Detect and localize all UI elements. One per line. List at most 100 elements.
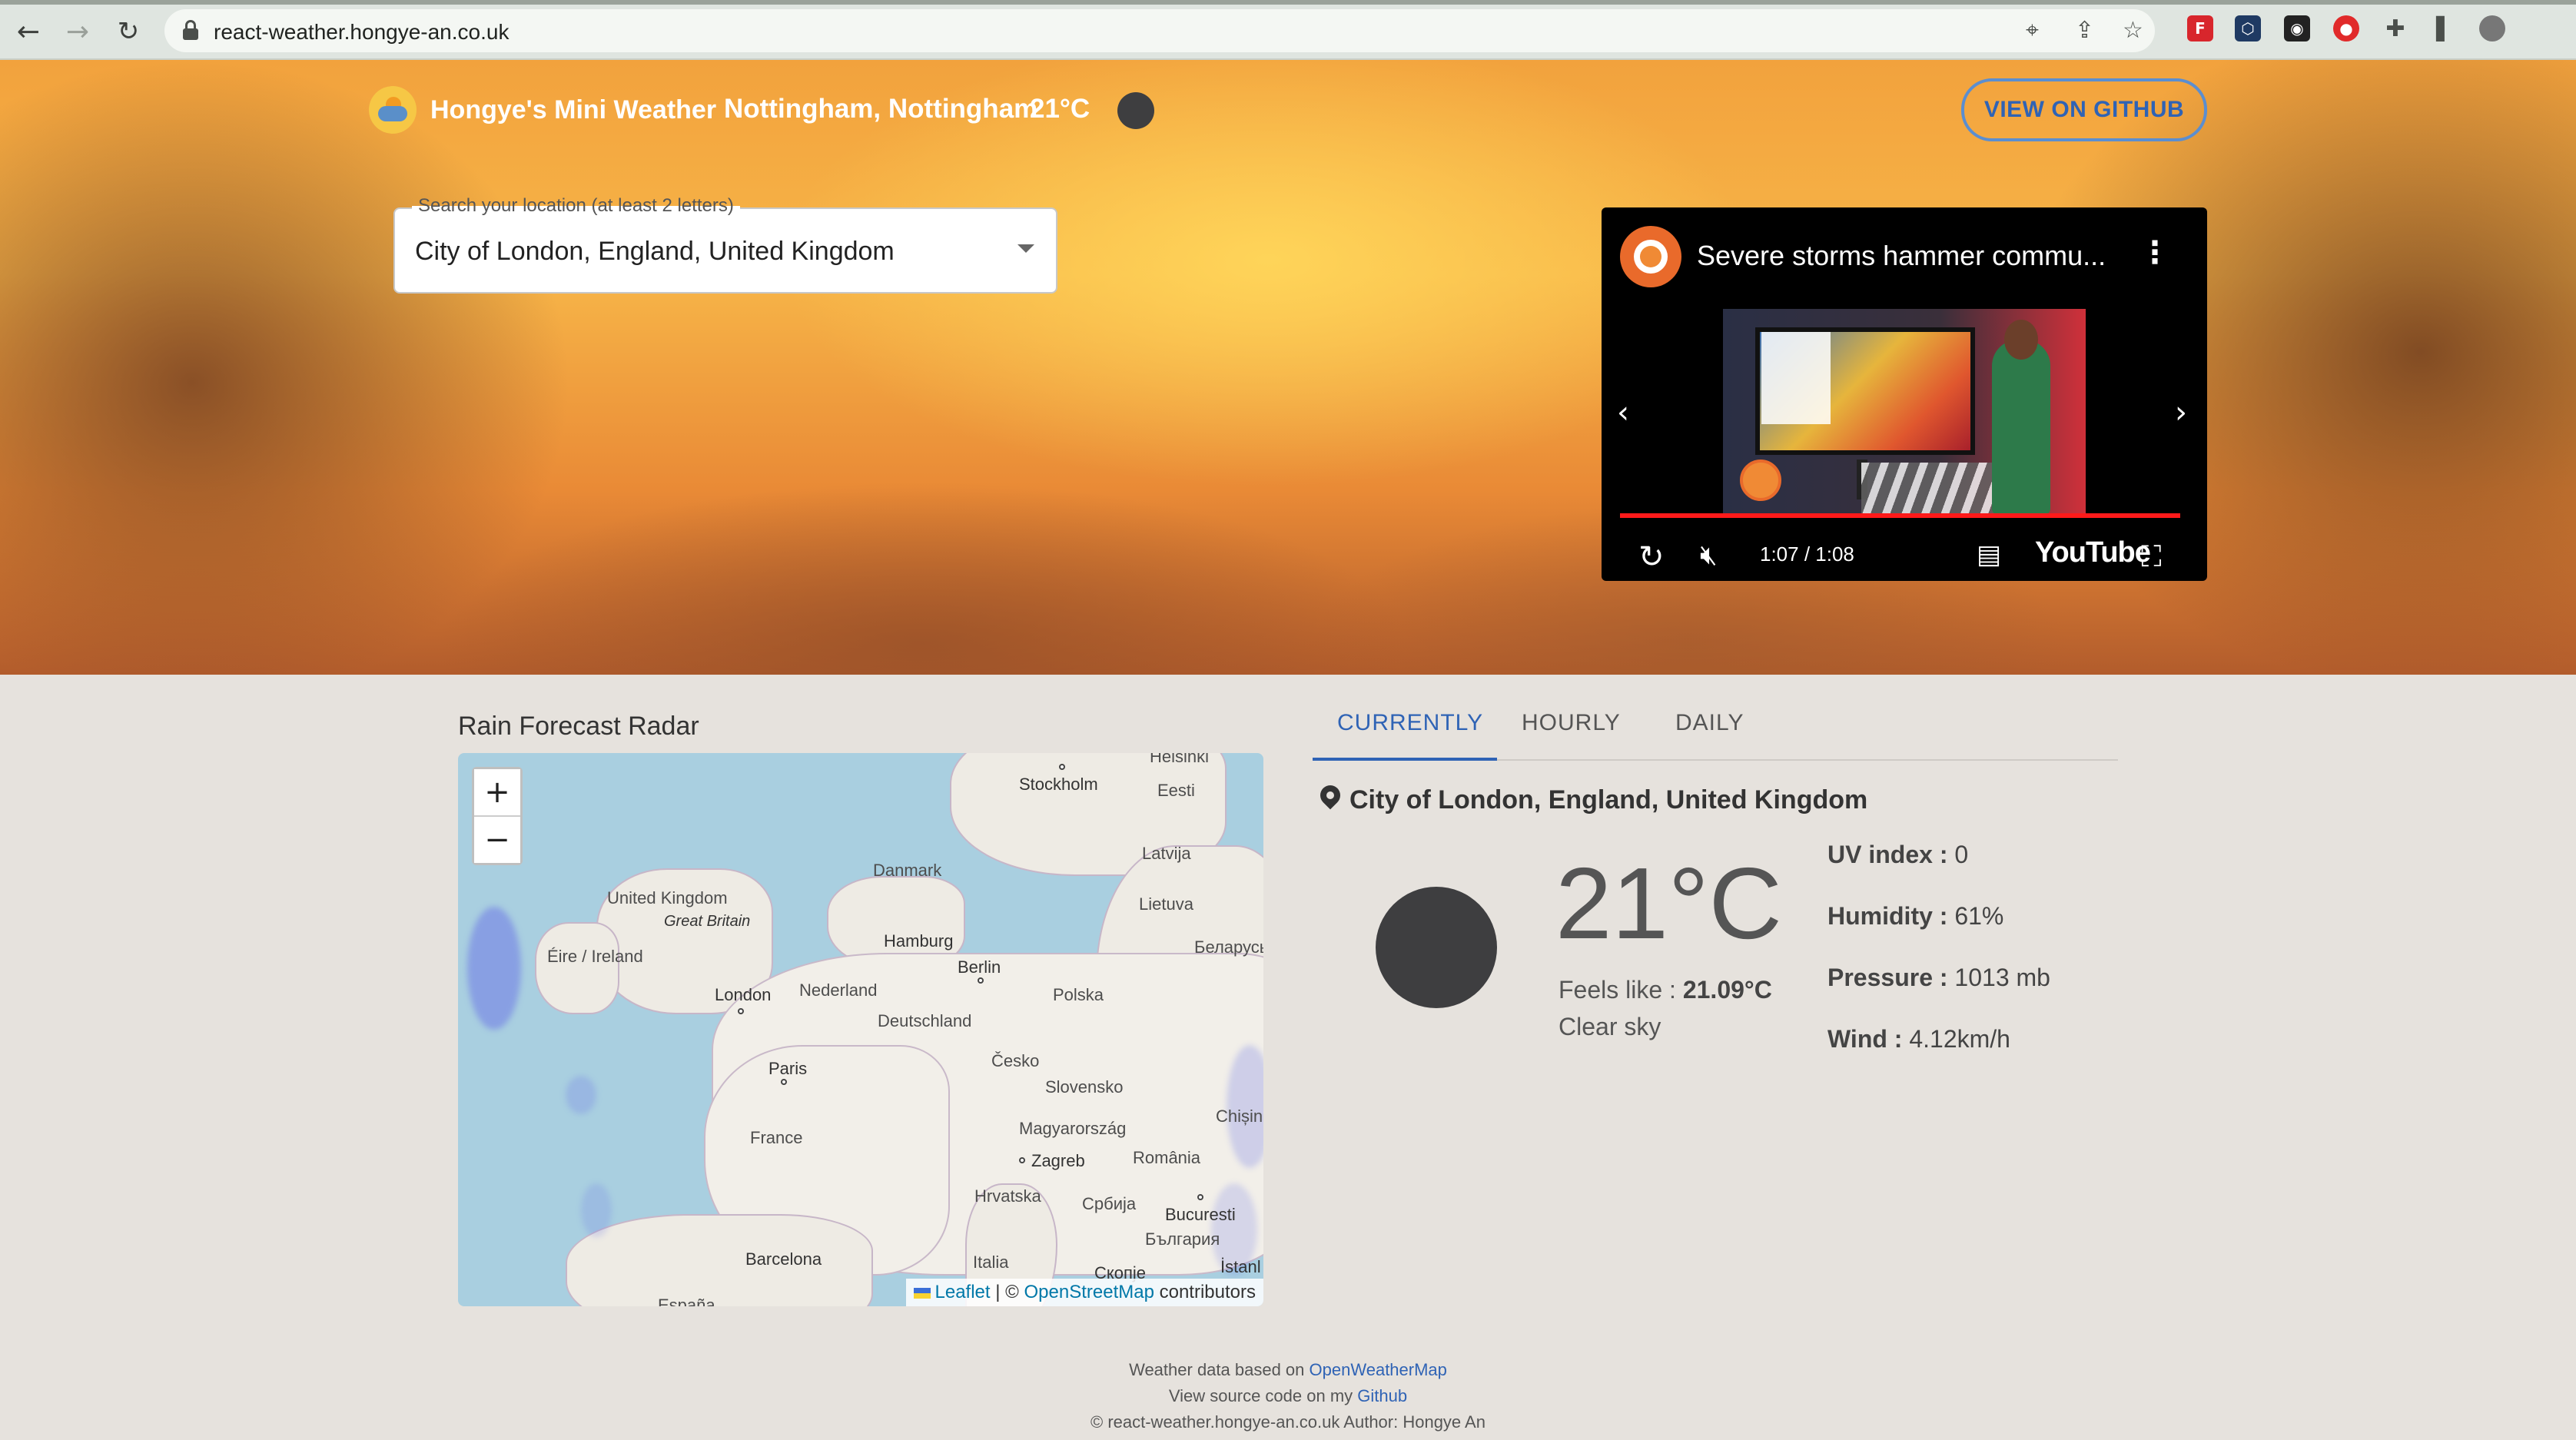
header-temperature: 21°C [1030, 94, 1090, 124]
map-label-lietuva: Lietuva [1139, 894, 1193, 914]
address-bar[interactable]: react-weather.hongye-an.co.uk ⌖ ⇪ ☆ [164, 9, 2155, 52]
rain-radar-map[interactable]: Helsinki Stockholm Eesti Latvija Danmark… [458, 753, 1263, 1306]
location-pin-icon[interactable]: ⌖ [2026, 17, 2039, 44]
video-title[interactable]: Severe storms hammer commu... [1697, 240, 2106, 272]
header-weather-icon [1117, 92, 1154, 129]
feels-like-value: 21.09°C [1682, 976, 1772, 1004]
map-city-dot [1059, 764, 1065, 770]
extension-ublock-icon[interactable]: ● [2333, 15, 2359, 41]
map-city-dot [1019, 1157, 1025, 1163]
forecast-tabs: CURRENTLY HOURLY DAILY [1313, 701, 2118, 761]
map-label-magyarorszag: Magyarország [1019, 1119, 1127, 1138]
fullscreen-icon[interactable]: ⛶ [2141, 539, 2162, 574]
profile-avatar[interactable] [2479, 15, 2505, 41]
extension-fe-icon[interactable]: F [2187, 15, 2213, 41]
location-search-field[interactable]: Search your location (at least 2 letters… [393, 195, 1057, 294]
extension-glasses-icon[interactable]: ◉ [2284, 15, 2310, 41]
attribution-contributors: contributors [1159, 1282, 1256, 1302]
reload-icon[interactable]: ↻ [111, 14, 146, 49]
footer-line-data-source: Weather data based on OpenWeatherMap [0, 1357, 2576, 1383]
lock-icon [183, 20, 198, 40]
current-weather-icon [1376, 887, 1497, 1008]
map-label-cesko: Česko [991, 1051, 1040, 1070]
back-icon[interactable]: ← [11, 14, 46, 49]
tab-hourly[interactable]: HOURLY [1522, 710, 1621, 736]
map-label-polska: Polska [1053, 985, 1104, 1004]
captions-icon[interactable]: ▤ [1977, 539, 2001, 570]
channel-avatar-icon[interactable] [1620, 226, 1681, 287]
stat-label: Humidity : [1827, 902, 1948, 930]
map-label-eire: Éire / Ireland [547, 947, 643, 966]
stat-uv-index: UV index : 0 [1827, 841, 1968, 869]
map-label-chisinau: Chișin [1216, 1107, 1263, 1126]
current-temperature: 21°C [1555, 847, 1782, 960]
brand-title[interactable]: Hongye's Mini Weather [430, 95, 716, 125]
weather-description: Clear sky [1559, 1013, 1661, 1040]
view-on-github-button[interactable]: VIEW ON GITHUB [1961, 78, 2207, 141]
map-label-berlin: Berlin [958, 957, 1001, 977]
footer-copyright: © react-weather.hongye-an.co.uk Author: … [1090, 1412, 1486, 1432]
stat-value: 0 [1954, 841, 1969, 868]
map-label-italia: Italia [973, 1253, 1009, 1272]
map-label-zagreb: Zagreb [1031, 1151, 1085, 1170]
openstreetmap-link[interactable]: OpenStreetMap [1024, 1282, 1154, 1302]
map-city-dot [738, 1008, 744, 1014]
feels-like-label: Feels like : [1559, 976, 1676, 1004]
zoom-out-button[interactable]: − [474, 817, 520, 863]
tab-currently[interactable]: CURRENTLY [1337, 710, 1483, 736]
map-label-helsinki: Helsinki [1150, 753, 1210, 766]
feels-like: Feels like : 21.09°C [1559, 976, 1772, 1004]
map-label-eesti: Eesti [1157, 781, 1195, 800]
map-label-hamburg: Hamburg [884, 931, 954, 951]
url-text[interactable]: react-weather.hongye-an.co.uk [214, 20, 509, 45]
bookmark-star-icon[interactable]: ☆ [2123, 17, 2143, 44]
replay-icon[interactable]: ↻ [1638, 539, 1665, 575]
map-label-london: London [715, 985, 772, 1004]
more-options-icon[interactable]: ⋮ [2139, 235, 2170, 270]
forward-icon[interactable]: → [60, 14, 95, 49]
browser-toolbar: ← → ↻ react-weather.hongye-an.co.uk ⌖ ⇪ … [0, 0, 2576, 60]
footer: Weather data based on OpenWeatherMap Vie… [0, 1357, 2576, 1435]
map-label-slovensko: Slovensko [1045, 1077, 1124, 1097]
mute-icon[interactable]: 🔇︎ [1700, 539, 1718, 572]
location-pin-icon [1316, 781, 1345, 811]
stat-humidity: Humidity : 61% [1827, 902, 2003, 931]
extension-shield-icon[interactable]: ⬡ [2235, 15, 2261, 41]
leaflet-link[interactable]: Leaflet [935, 1282, 991, 1302]
map-label-stockholm: Stockholm [1019, 775, 1098, 794]
stat-value: 4.12km/h [1909, 1025, 2010, 1053]
dropdown-arrow-icon[interactable] [1017, 244, 1034, 253]
zoom-in-button[interactable]: + [474, 769, 520, 815]
youtube-logo[interactable]: YouTube [2035, 536, 2151, 569]
map-label-paris: Paris [768, 1059, 808, 1078]
share-icon[interactable]: ⇪ [2075, 17, 2094, 44]
openweathermap-link[interactable]: OpenWeatherMap [1310, 1360, 1447, 1379]
tab-daily[interactable]: DAILY [1675, 710, 1744, 736]
map-label-france: France [750, 1128, 803, 1147]
map-label-danmark: Danmark [873, 861, 942, 880]
previous-arrow-icon[interactable]: ‹ [1617, 395, 1629, 430]
stat-label: Pressure : [1827, 964, 1948, 991]
map-label-belarus: Беларусь [1194, 937, 1263, 957]
map-label-hrvatska: Hrvatska [974, 1186, 1041, 1206]
github-link[interactable]: Github [1357, 1386, 1407, 1405]
extensions-puzzle-icon[interactable]: ✚ [2382, 15, 2408, 42]
video-progress-bar[interactable] [1620, 513, 2180, 518]
map-city-dot [1197, 1194, 1203, 1200]
map-label-united-kingdom: United Kingdom [607, 888, 728, 907]
brand-logo-icon[interactable] [369, 86, 417, 134]
map-label-nederland: Nederland [799, 980, 878, 1000]
youtube-video-player[interactable]: Severe storms hammer commu... ⋮ ‹ › ↻ 🔇︎… [1602, 207, 2207, 581]
hero-banner: Hongye's Mini Weather Nottingham, Nottin… [0, 60, 2576, 675]
stat-value: 61% [1954, 902, 2004, 930]
tab-strip [0, 0, 2576, 5]
video-thumbnail[interactable] [1723, 309, 2086, 515]
search-input[interactable]: City of London, England, United Kingdom [415, 237, 895, 267]
map-label-espana: España [658, 1296, 715, 1306]
map-label-istanbul: İstanl [1220, 1257, 1261, 1276]
map-label-deutschland: Deutschland [878, 1011, 972, 1030]
side-panel-icon[interactable]: ▌ [2432, 15, 2458, 41]
stat-wind: Wind : 4.12km/h [1827, 1025, 2010, 1053]
footer-text: Weather data based on [1129, 1360, 1305, 1379]
next-arrow-icon[interactable]: › [2175, 395, 2187, 430]
